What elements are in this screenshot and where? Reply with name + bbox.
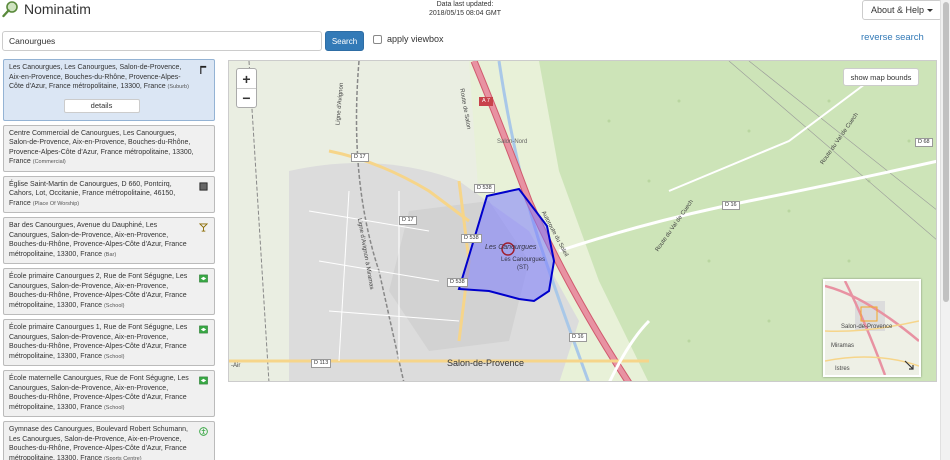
minimap[interactable]: Salon-de-Provence Miramas Istres: [823, 279, 921, 377]
result-address: Gymnase des Canourgues, Boulevard Robert…: [9, 426, 188, 460]
sports-centre-icon: [199, 427, 208, 436]
result-item[interactable]: Gymnase des Canourgues, Boulevard Robert…: [3, 421, 215, 460]
result-item[interactable]: École maternelle Canourgues, Rue de Font…: [3, 370, 215, 417]
result-address: École primaire Canourgues 1, Rue de Font…: [9, 324, 188, 360]
result-item[interactable]: Bar des Canourgues, Avenue du Dauphiné, …: [3, 217, 215, 264]
school-icon: [199, 274, 208, 283]
area-sublabel-st: (ST): [517, 265, 529, 271]
show-map-bounds-button[interactable]: show map bounds: [843, 68, 919, 86]
road-label-d113: D 113: [311, 359, 332, 368]
school-icon: [199, 376, 208, 385]
flag-icon: [199, 65, 208, 74]
result-type: (Place Of Worship): [32, 200, 80, 207]
result-item[interactable]: Centre Commercial de Canourgues, Les Can…: [3, 124, 215, 172]
header: Nominatim Data last updated: 2018/05/15 …: [0, 0, 942, 24]
road-label-d538: D 538: [461, 234, 482, 243]
road-label-d68: D 68: [915, 138, 933, 147]
details-button[interactable]: details: [63, 98, 140, 113]
result-address: Bar des Canourgues, Avenue du Dauphiné, …: [9, 222, 187, 258]
bar-icon: [198, 223, 209, 232]
minimap-town-label: Miramas: [831, 343, 855, 349]
result-type: (School): [103, 353, 125, 360]
about-help-button[interactable]: About & Help: [862, 0, 942, 20]
scrollbar-thumb[interactable]: [943, 2, 949, 302]
caret-down-icon: [927, 8, 934, 12]
result-item[interactable]: École primaire Canourgues 2, Rue de Font…: [3, 268, 215, 315]
map[interactable]: A 7 D 17 D 17 D 538 D 538 D 538 D 16 D 1…: [228, 60, 937, 382]
result-type: (School): [103, 302, 125, 309]
place-of-worship-icon: [199, 181, 208, 191]
search-input[interactable]: Canourgues: [2, 31, 322, 51]
results-list: Les Canourgues, Les Canourgues, Salon-de…: [3, 59, 215, 460]
road-label-d16: D 16: [722, 201, 740, 210]
viewbox-label: apply viewbox: [387, 34, 444, 44]
area-sublabel: Les Canourgues: [501, 257, 546, 263]
zoom-control: + −: [236, 68, 257, 108]
city-label: Salon-de-Provence: [447, 358, 525, 368]
zoom-in-button[interactable]: +: [237, 69, 256, 88]
minimap-town2-label: Istres: [835, 366, 850, 372]
reverse-search-link[interactable]: reverse search: [861, 32, 924, 43]
logo[interactable]: Nominatim: [2, 0, 91, 18]
school-icon: [199, 325, 208, 334]
minimap-city-label: Salon-de-Provence: [841, 324, 893, 330]
result-item[interactable]: Église Saint-Martin de Canourgues, D 660…: [3, 175, 215, 213]
zoom-out-button[interactable]: −: [237, 88, 256, 107]
result-type: (School): [103, 404, 125, 411]
result-item[interactable]: Les Canourgues, Les Canourgues, Salon-de…: [3, 59, 215, 121]
page-scrollbar[interactable]: [940, 0, 950, 460]
last-updated: Data last updated: 2018/05/15 08:04 GMT: [429, 1, 501, 17]
result-item[interactable]: École primaire Canourgues 1, Rue de Font…: [3, 319, 215, 366]
result-address: École primaire Canourgues 2, Rue de Font…: [9, 273, 188, 309]
result-type: (Sports Centre): [103, 455, 142, 460]
app-name: Nominatim: [24, 1, 91, 17]
road-label-d538: D 538: [474, 184, 495, 193]
road-label-d17: D 17: [351, 153, 369, 162]
apply-viewbox-toggle[interactable]: apply viewbox: [373, 34, 444, 44]
road-label-d17: D 17: [399, 216, 417, 225]
viewbox-checkbox[interactable]: [373, 34, 382, 44]
road-label-d538: D 538: [447, 278, 468, 287]
result-address: Les Canourgues, Les Canourgues, Salon-de…: [9, 64, 182, 90]
place-label-air: -Air: [231, 363, 241, 369]
area-label: Les Canourgues: [485, 244, 537, 251]
result-type: (Suburb): [167, 84, 189, 90]
result-address: École maternelle Canourgues, Rue de Font…: [9, 375, 189, 411]
result-type: (Commercial): [32, 159, 66, 165]
search-button[interactable]: Search: [325, 31, 364, 51]
place-label-salon-nord: Salon-Nord: [497, 139, 528, 145]
road-label-d16: D 16: [569, 333, 587, 342]
result-type: (Bar): [103, 251, 117, 258]
road-label-a7: A 7: [479, 97, 493, 106]
magnifier-logo-icon: [2, 1, 18, 18]
